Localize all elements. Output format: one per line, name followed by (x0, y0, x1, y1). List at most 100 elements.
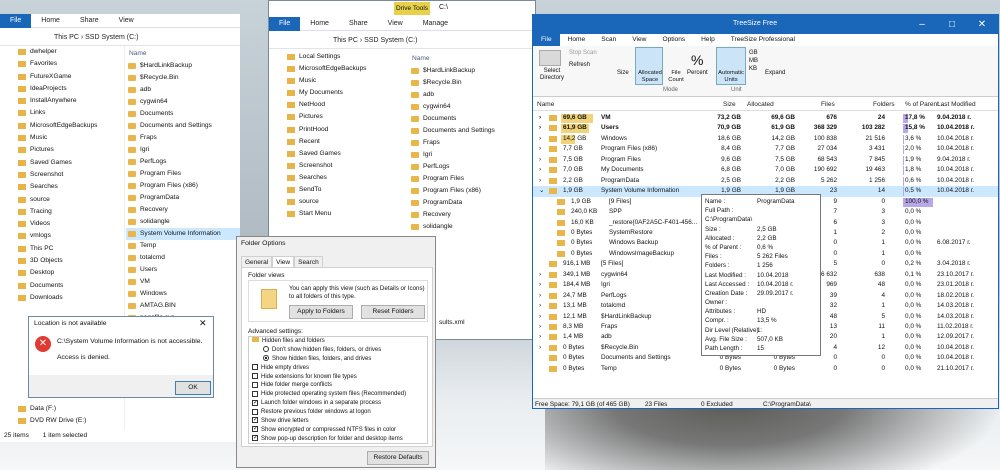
mid-address-bar[interactable]: This PC › SSD System (C:) (269, 33, 535, 49)
setting-item[interactable]: Hide folder merge conflicts (249, 381, 427, 390)
restore-defaults-button[interactable]: Restore Defaults (367, 451, 429, 465)
treesize-tab-0[interactable]: File (533, 34, 560, 46)
file-item[interactable]: Recovery (409, 209, 535, 221)
expand-icon[interactable]: › (539, 332, 541, 342)
mid-tab-share[interactable]: Share (339, 17, 378, 31)
setting-item[interactable]: Don't show hidden files, folders, or dri… (249, 346, 427, 355)
nav-item[interactable]: Local Settings (269, 51, 407, 63)
nav-item[interactable]: Searches (269, 172, 407, 184)
expand-button[interactable]: Expand (765, 70, 785, 76)
nav-item[interactable]: Desktop (0, 267, 124, 279)
column-header[interactable]: Folders (873, 99, 895, 111)
left-address-bar[interactable]: This PC › SSD System (C:) (0, 30, 240, 46)
checkbox-icon[interactable] (252, 390, 258, 397)
nav-item[interactable]: source (0, 194, 124, 206)
setting-item[interactable]: ✓ Launch folder windows in a separate pro… (249, 399, 427, 408)
error-close-icon[interactable]: ✕ (199, 318, 207, 329)
refresh-button[interactable]: Refresh (569, 62, 590, 68)
mid-tab-view[interactable]: View (378, 17, 413, 31)
file-item[interactable]: Program Files (x86) (126, 180, 240, 192)
nav-item[interactable]: Links (0, 107, 124, 119)
expand-icon[interactable]: › (539, 270, 541, 280)
nav-item[interactable]: InstallAnywhere (0, 95, 124, 107)
nav-item[interactable]: Music (0, 132, 124, 144)
file-item[interactable]: $Recycle.Bin (409, 77, 535, 89)
nav-item[interactable]: Videos (0, 218, 124, 230)
minimize-icon[interactable]: – (907, 15, 937, 35)
expand-icon[interactable]: › (539, 134, 541, 144)
setting-item[interactable]: ✓ Show pop-up description for folder and … (249, 435, 427, 443)
file-item[interactable]: Windows (126, 288, 240, 300)
file-item[interactable]: solidangle (126, 216, 240, 228)
nav-item[interactable]: source (269, 196, 407, 208)
nav-item[interactable]: Searches (0, 181, 124, 193)
checkbox-icon[interactable]: ✓ (252, 426, 258, 433)
radio-icon[interactable] (263, 346, 269, 353)
mid-tab-manage[interactable]: Manage (413, 17, 458, 31)
expand-icon[interactable]: › (539, 144, 541, 154)
file-item[interactable]: Igri (409, 149, 535, 161)
unit-mb[interactable]: MB (749, 57, 758, 65)
nav-item[interactable]: SendTo (269, 184, 407, 196)
file-item[interactable]: solidangle (409, 221, 535, 233)
file-item[interactable]: Fraps (126, 132, 240, 144)
file-item[interactable]: PerfLogs (126, 156, 240, 168)
checkbox-icon[interactable] (252, 408, 258, 415)
setting-item[interactable]: Hide extensions for known file types (249, 372, 427, 382)
left-column-name[interactable]: Name (126, 48, 240, 60)
nav-item[interactable]: dwhelper (0, 46, 124, 58)
expand-icon[interactable]: › (539, 301, 541, 311)
nav-item[interactable]: NetHood (269, 99, 407, 111)
checkbox-icon[interactable]: ✓ (252, 417, 258, 424)
treesize-tab-4[interactable]: Options (654, 34, 693, 46)
file-item[interactable]: VM (126, 276, 240, 288)
expand-icon[interactable]: › (539, 113, 541, 123)
setting-item[interactable]: Show hidden files, folders, and drives (249, 355, 427, 364)
treesize-tab-5[interactable]: Help (693, 34, 723, 46)
file-item[interactable]: ProgramData (126, 192, 240, 204)
tree-row[interactable]: › 14,2 GB Windows 18,6 GB 14,2 GB 100 838 21 5… (533, 134, 998, 144)
file-item[interactable]: Documents and Settings (409, 125, 535, 137)
nav-item[interactable]: Screenshot (0, 169, 124, 181)
nav-item[interactable]: Screenshot (269, 160, 407, 172)
left-tab-file[interactable]: File (0, 14, 32, 28)
nav-item[interactable]: Saved Games (269, 148, 407, 160)
expand-icon[interactable]: › (539, 291, 541, 301)
tree-row[interactable]: › 7,5 GB Program Files 9,6 GB 7,5 GB 68 543 7 … (533, 155, 998, 165)
file-item[interactable]: $HardLinkBackup (126, 60, 240, 72)
setting-item[interactable]: Hide protected operating system files (R… (249, 390, 427, 399)
tree-row[interactable]: › 61,9 GB Users 70,9 GB 61,9 GB 368 329 103 28… (533, 123, 998, 134)
file-item[interactable]: $HardLinkBackup (409, 65, 535, 77)
file-item[interactable]: AMTAG.BIN (126, 300, 240, 312)
file-item[interactable]: adb (126, 84, 240, 96)
expand-icon[interactable]: › (539, 123, 541, 133)
expand-icon[interactable]: › (539, 280, 541, 290)
treesize-tab-3[interactable]: View (624, 34, 654, 46)
nav-item[interactable]: Music (269, 75, 407, 87)
treesize-tab-1[interactable]: Home (560, 34, 594, 46)
checkbox-icon[interactable] (252, 364, 258, 371)
tree-row[interactable]: › 7,0 GB My Documents 6,8 GB 7,0 GB 190 692 19… (533, 165, 998, 176)
nav-item[interactable]: Favorites (0, 58, 124, 70)
unit-gb[interactable]: GB (749, 49, 758, 57)
checkbox-icon[interactable] (252, 372, 258, 379)
expand-icon[interactable]: › (539, 312, 541, 322)
column-header[interactable]: Size (723, 99, 736, 111)
file-item[interactable]: cygwin64 (409, 101, 535, 113)
setting-item[interactable]: Hide empty drives (249, 364, 427, 373)
nav-item[interactable]: MicrosoftEdgeBackups (0, 120, 124, 132)
file-item[interactable]: Documents and Settings (126, 120, 240, 132)
mid-tab-home[interactable]: Home (300, 17, 339, 31)
radio-icon[interactable] (263, 355, 269, 362)
mid-tab-file[interactable]: File (269, 16, 301, 31)
expand-icon[interactable]: › (539, 343, 541, 353)
expand-icon[interactable]: › (539, 155, 541, 165)
setting-item[interactable]: Restore previous folder windows at logon (249, 408, 427, 417)
expand-icon[interactable]: › (539, 176, 541, 186)
mid-file-results[interactable]: sults.xml (439, 319, 465, 326)
nav-item[interactable]: Downloads (0, 292, 124, 304)
nav-item[interactable]: Pictures (269, 111, 407, 123)
left-tab-share[interactable]: Share (70, 14, 109, 28)
select-directory-icon[interactable] (539, 50, 561, 66)
nav-item[interactable]: This PC (0, 243, 124, 255)
